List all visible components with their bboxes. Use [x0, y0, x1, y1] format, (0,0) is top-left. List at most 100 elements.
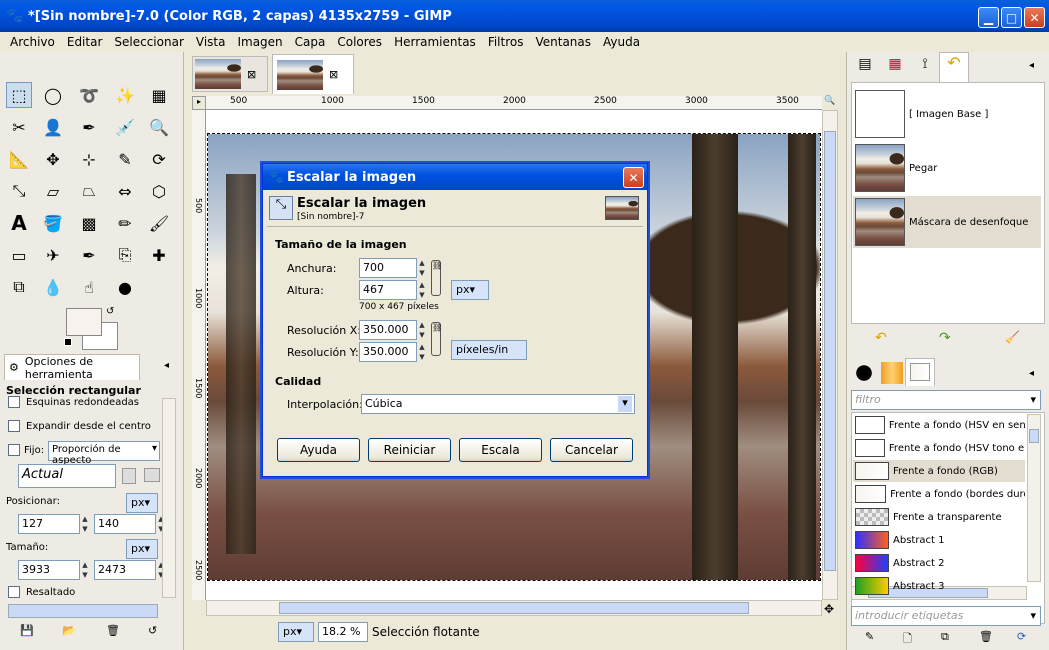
blend-tool-icon[interactable]: ▩: [76, 210, 102, 236]
menu-filtros[interactable]: Filtros: [482, 35, 530, 49]
close-button[interactable]: ✕: [1024, 7, 1045, 28]
swap-colors-icon[interactable]: ↺: [106, 306, 114, 317]
crop-tool-icon[interactable]: ✎: [112, 146, 138, 172]
menu-ayuda[interactable]: Ayuda: [597, 35, 646, 49]
zoom-select[interactable]: 18.2 %: [318, 622, 368, 642]
close-tab-icon[interactable]: ⊠: [247, 68, 256, 81]
height-input[interactable]: 467: [359, 280, 417, 300]
portrait-icon[interactable]: [122, 468, 136, 484]
menu-colores[interactable]: Colores: [331, 35, 388, 49]
layer-row[interactable]: [ Imagen Base ]: [853, 88, 1041, 140]
tab-undo[interactable]: ↶: [939, 52, 969, 82]
canvas-hscrollbar[interactable]: [206, 600, 822, 616]
gradient-row[interactable]: Abstract 1: [853, 529, 1025, 551]
airbrush-tool-icon[interactable]: ✈: [40, 242, 66, 268]
res-y-input[interactable]: 350.000: [359, 342, 417, 362]
ellipse-select-tool-icon[interactable]: ◯: [40, 82, 66, 108]
reset-button[interactable]: Reiniciar: [368, 438, 451, 462]
zoom-canvas-icon[interactable]: 🔍: [824, 96, 838, 110]
clone-tool-icon[interactable]: ⎘: [112, 242, 138, 268]
image-tab-2[interactable]: ⊠: [272, 54, 354, 94]
scale-tool-icon[interactable]: ⤡: [6, 178, 32, 204]
dock-menu-icon[interactable]: ◂: [1029, 60, 1034, 71]
save-options-icon[interactable]: 💾: [20, 624, 34, 637]
chain-link-icon[interactable]: ⛓: [431, 260, 442, 296]
menu-archivo[interactable]: Archivo: [4, 35, 61, 49]
pencil-tool-icon[interactable]: ✏: [112, 210, 138, 236]
height-spinner[interactable]: ▲ ▼: [417, 280, 427, 300]
blur-tool-icon[interactable]: 💧: [40, 274, 66, 300]
gradient-row[interactable]: Frente a fondo (HSV tono en se: [853, 437, 1025, 459]
reset-options-icon[interactable]: ↺: [148, 624, 157, 637]
fixed-mode-select[interactable]: Proporción de aspecto ▾: [48, 441, 160, 466]
position-x-input[interactable]: 127: [18, 514, 80, 534]
res-y-spinner[interactable]: ▲ ▼: [417, 342, 427, 362]
menu-herramientas[interactable]: Herramientas: [388, 35, 482, 49]
panel-menu-icon[interactable]: ◂: [164, 360, 169, 371]
perspective-clone-tool-icon[interactable]: ⧉: [6, 274, 32, 300]
redo-icon[interactable]: ↷: [939, 330, 951, 346]
position-x-spinner[interactable]: ▲ ▼: [80, 514, 90, 534]
undo-icon[interactable]: ↶: [875, 330, 887, 346]
refresh-gradients-icon[interactable]: ⟳: [1017, 630, 1026, 643]
tab-patterns[interactable]: [881, 362, 903, 384]
bucket-fill-tool-icon[interactable]: 🪣: [40, 210, 66, 236]
gradient-row[interactable]: Frente a fondo (RGB): [853, 460, 1025, 482]
res-unit-select[interactable]: píxeles/in: [451, 340, 527, 360]
gradient-filter-input[interactable]: filtro ▾: [851, 390, 1041, 410]
foreground-color-swatch[interactable]: [66, 308, 102, 336]
size-width-spinner[interactable]: ▲ ▼: [80, 560, 90, 580]
fuzzy-select-tool-icon[interactable]: ✨: [112, 82, 138, 108]
fixed-checkbox[interactable]: [8, 444, 20, 456]
foreground-select-tool-icon[interactable]: 👤: [40, 114, 66, 140]
res-x-input[interactable]: 350.000: [359, 320, 417, 340]
rounded-corners-option[interactable]: Esquinas redondeadas: [8, 396, 139, 408]
gradient-row[interactable]: Frente a transparente: [853, 506, 1025, 528]
size-unit-select[interactable]: px▾: [451, 280, 489, 300]
expand-center-option[interactable]: Expandir desde el centro: [8, 420, 151, 432]
tags-input[interactable]: introducir etiquetas ▾: [851, 606, 1041, 626]
flip-tool-icon[interactable]: ⇔: [112, 178, 138, 204]
ink-tool-icon[interactable]: ✒: [76, 242, 102, 268]
close-tab-icon[interactable]: ⊠: [329, 68, 338, 81]
layer-row[interactable]: Máscara de desenfoque: [853, 196, 1041, 248]
gradient-row[interactable]: Frente a fondo (bordes duros): [853, 483, 1025, 505]
smudge-tool-icon[interactable]: ☝: [76, 274, 102, 300]
menu-vista[interactable]: Vista: [190, 35, 232, 49]
position-unit-select[interactable]: px▾: [126, 493, 158, 513]
expand-center-checkbox[interactable]: [8, 420, 20, 432]
help-button[interactable]: Ayuda: [277, 438, 360, 462]
quick-mask-ruler-corner-icon[interactable]: ▸: [192, 96, 206, 110]
fixed-option[interactable]: Fijo:: [8, 444, 44, 456]
tab-brushes[interactable]: [856, 365, 872, 381]
menu-seleccionar[interactable]: Seleccionar: [108, 35, 189, 49]
restore-options-icon[interactable]: 📂: [62, 624, 76, 637]
delete-options-icon[interactable]: 🗑: [106, 624, 120, 637]
tab-channels[interactable]: ▦: [881, 56, 909, 82]
heal-tool-icon[interactable]: ✚: [146, 242, 172, 268]
gradient-row[interactable]: Frente a fondo (HSV en sentido: [853, 414, 1025, 436]
rounded-corners-checkbox[interactable]: [8, 396, 20, 408]
color-picker-tool-icon[interactable]: 💉: [112, 114, 138, 140]
eraser-tool-icon[interactable]: ▭: [6, 242, 32, 268]
tool-options-hscrollbar[interactable]: [8, 604, 158, 618]
navigate-icon[interactable]: ✥: [824, 602, 834, 616]
edit-gradient-icon[interactable]: ✎: [865, 630, 874, 643]
size-height-input[interactable]: 2473: [94, 560, 156, 580]
highlight-checkbox[interactable]: [8, 586, 20, 598]
aspect-ratio-input[interactable]: Actual: [18, 464, 116, 488]
dialog-close-button[interactable]: ✕: [623, 167, 644, 188]
interpolation-select[interactable]: Cúbica ▾: [361, 394, 635, 414]
new-gradient-icon[interactable]: 🗋: [903, 630, 912, 649]
maximize-button[interactable]: □: [1001, 7, 1022, 28]
gradient-row[interactable]: Abstract 2: [853, 552, 1025, 574]
paintbrush-tool-icon[interactable]: 🖌: [146, 210, 172, 236]
tab-tool-options[interactable]: ⚙ Opciones de herramienta: [4, 354, 140, 381]
size-width-input[interactable]: 3933: [18, 560, 80, 580]
gradients-scrollbar[interactable]: [1027, 414, 1041, 582]
paths-tool-icon[interactable]: ✒: [76, 114, 102, 140]
text-tool-icon[interactable]: A: [6, 210, 32, 236]
rect-select-tool-icon[interactable]: ⬚: [6, 82, 32, 108]
duplicate-gradient-icon[interactable]: ⧉: [941, 630, 949, 644]
tab-layers[interactable]: ▤: [851, 56, 879, 82]
